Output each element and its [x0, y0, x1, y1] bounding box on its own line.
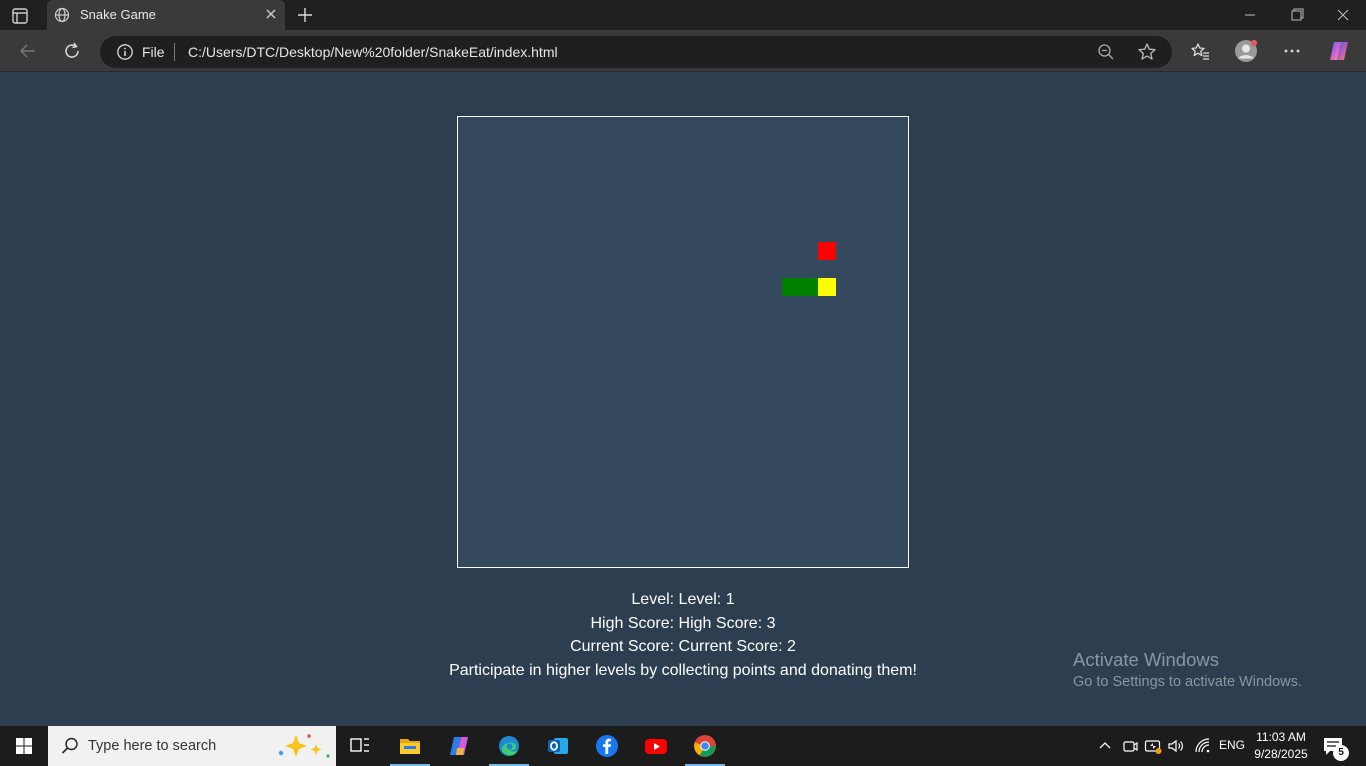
- taskbar: Type here to search ENG 11:03 AM 9/28/20…: [0, 726, 1366, 766]
- chrome-button[interactable]: [685, 726, 725, 766]
- youtube-icon: [645, 739, 667, 754]
- clock-time: 11:03 AM: [1256, 730, 1306, 744]
- zoom-icon[interactable]: [1096, 42, 1116, 62]
- close-window-icon[interactable]: [1331, 4, 1355, 26]
- watermark-subtitle: Go to Settings to activate Windows.: [1073, 674, 1302, 690]
- windows-logo-icon: [16, 738, 32, 754]
- food-cell: [818, 242, 836, 260]
- copilot-taskbar-button[interactable]: [439, 726, 479, 766]
- edge-icon: [499, 736, 519, 756]
- address-bar[interactable]: File C:/Users/DTC/Desktop/New%20folder/S…: [100, 36, 1172, 68]
- facebook-icon: [596, 735, 618, 757]
- youtube-button[interactable]: [636, 726, 676, 766]
- more-options-icon[interactable]: [1281, 40, 1303, 62]
- clock-date: 9/28/2025: [1254, 747, 1308, 761]
- facebook-button[interactable]: [587, 726, 627, 766]
- url-separator: [174, 43, 175, 61]
- clock[interactable]: 11:03 AM 9/28/2025: [1250, 729, 1312, 763]
- chrome-icon: [694, 735, 716, 757]
- restore-icon[interactable]: [1285, 4, 1309, 26]
- copilot-app-icon: [450, 737, 468, 755]
- volume-icon[interactable]: [1167, 737, 1185, 755]
- meet-now-icon[interactable]: [1121, 737, 1139, 755]
- notification-count-badge: 5: [1333, 745, 1349, 761]
- refresh-icon[interactable]: [61, 40, 83, 62]
- minimize-icon[interactable]: [1238, 4, 1262, 26]
- battery-icon[interactable]: [1144, 737, 1162, 755]
- page-content: Level: Level: 1 High Score: High Score: …: [0, 72, 1366, 726]
- folder-icon: [400, 739, 420, 754]
- url-text[interactable]: C:/Users/DTC/Desktop/New%20folder/SnakeE…: [188, 44, 558, 60]
- browser-tab-strip: Snake Game: [0, 0, 1366, 30]
- new-tab-icon[interactable]: [294, 4, 316, 26]
- outlook-icon: [548, 738, 568, 754]
- tab-actions-icon[interactable]: [10, 6, 38, 26]
- copilot-icon[interactable]: [1327, 39, 1351, 63]
- site-info-icon[interactable]: [116, 43, 134, 61]
- snake-body-segment: [800, 278, 818, 296]
- high-score-text: High Score: High Score: 3: [590, 614, 776, 632]
- browser-tab[interactable]: Snake Game: [47, 0, 285, 30]
- profile-avatar-icon[interactable]: [1234, 39, 1258, 63]
- favorite-star-icon[interactable]: [1136, 41, 1158, 63]
- search-icon: [60, 736, 80, 756]
- activate-windows-watermark: Activate Windows Go to Settings to activ…: [1073, 649, 1302, 690]
- url-scheme: File: [142, 44, 165, 60]
- search-placeholder: Type here to search: [88, 738, 217, 754]
- snake-head: [818, 278, 836, 296]
- browser-toolbar: File C:/Users/DTC/Desktop/New%20folder/S…: [0, 30, 1366, 72]
- level-text: Level: Level: 1: [631, 591, 735, 608]
- snake-body-segment: [782, 278, 800, 296]
- back-icon[interactable]: [17, 40, 39, 62]
- watermark-title: Activate Windows: [1073, 649, 1219, 670]
- language-indicator[interactable]: ENG: [1219, 738, 1245, 752]
- taskbar-search-box[interactable]: Type here to search: [48, 726, 336, 766]
- tab-title: Snake Game: [80, 7, 156, 22]
- file-explorer-button[interactable]: [390, 726, 430, 766]
- outlook-button[interactable]: [538, 726, 578, 766]
- task-view-icon: [350, 738, 369, 752]
- start-button[interactable]: [0, 726, 48, 766]
- edge-button[interactable]: [489, 726, 529, 766]
- close-tab-icon[interactable]: [263, 6, 279, 22]
- game-board[interactable]: [457, 116, 909, 568]
- task-view-button[interactable]: [340, 726, 380, 766]
- globe-icon: [54, 7, 70, 23]
- show-hidden-icons-icon[interactable]: [1096, 737, 1114, 755]
- favorites-icon[interactable]: [1189, 40, 1211, 62]
- wifi-icon[interactable]: [1194, 737, 1212, 755]
